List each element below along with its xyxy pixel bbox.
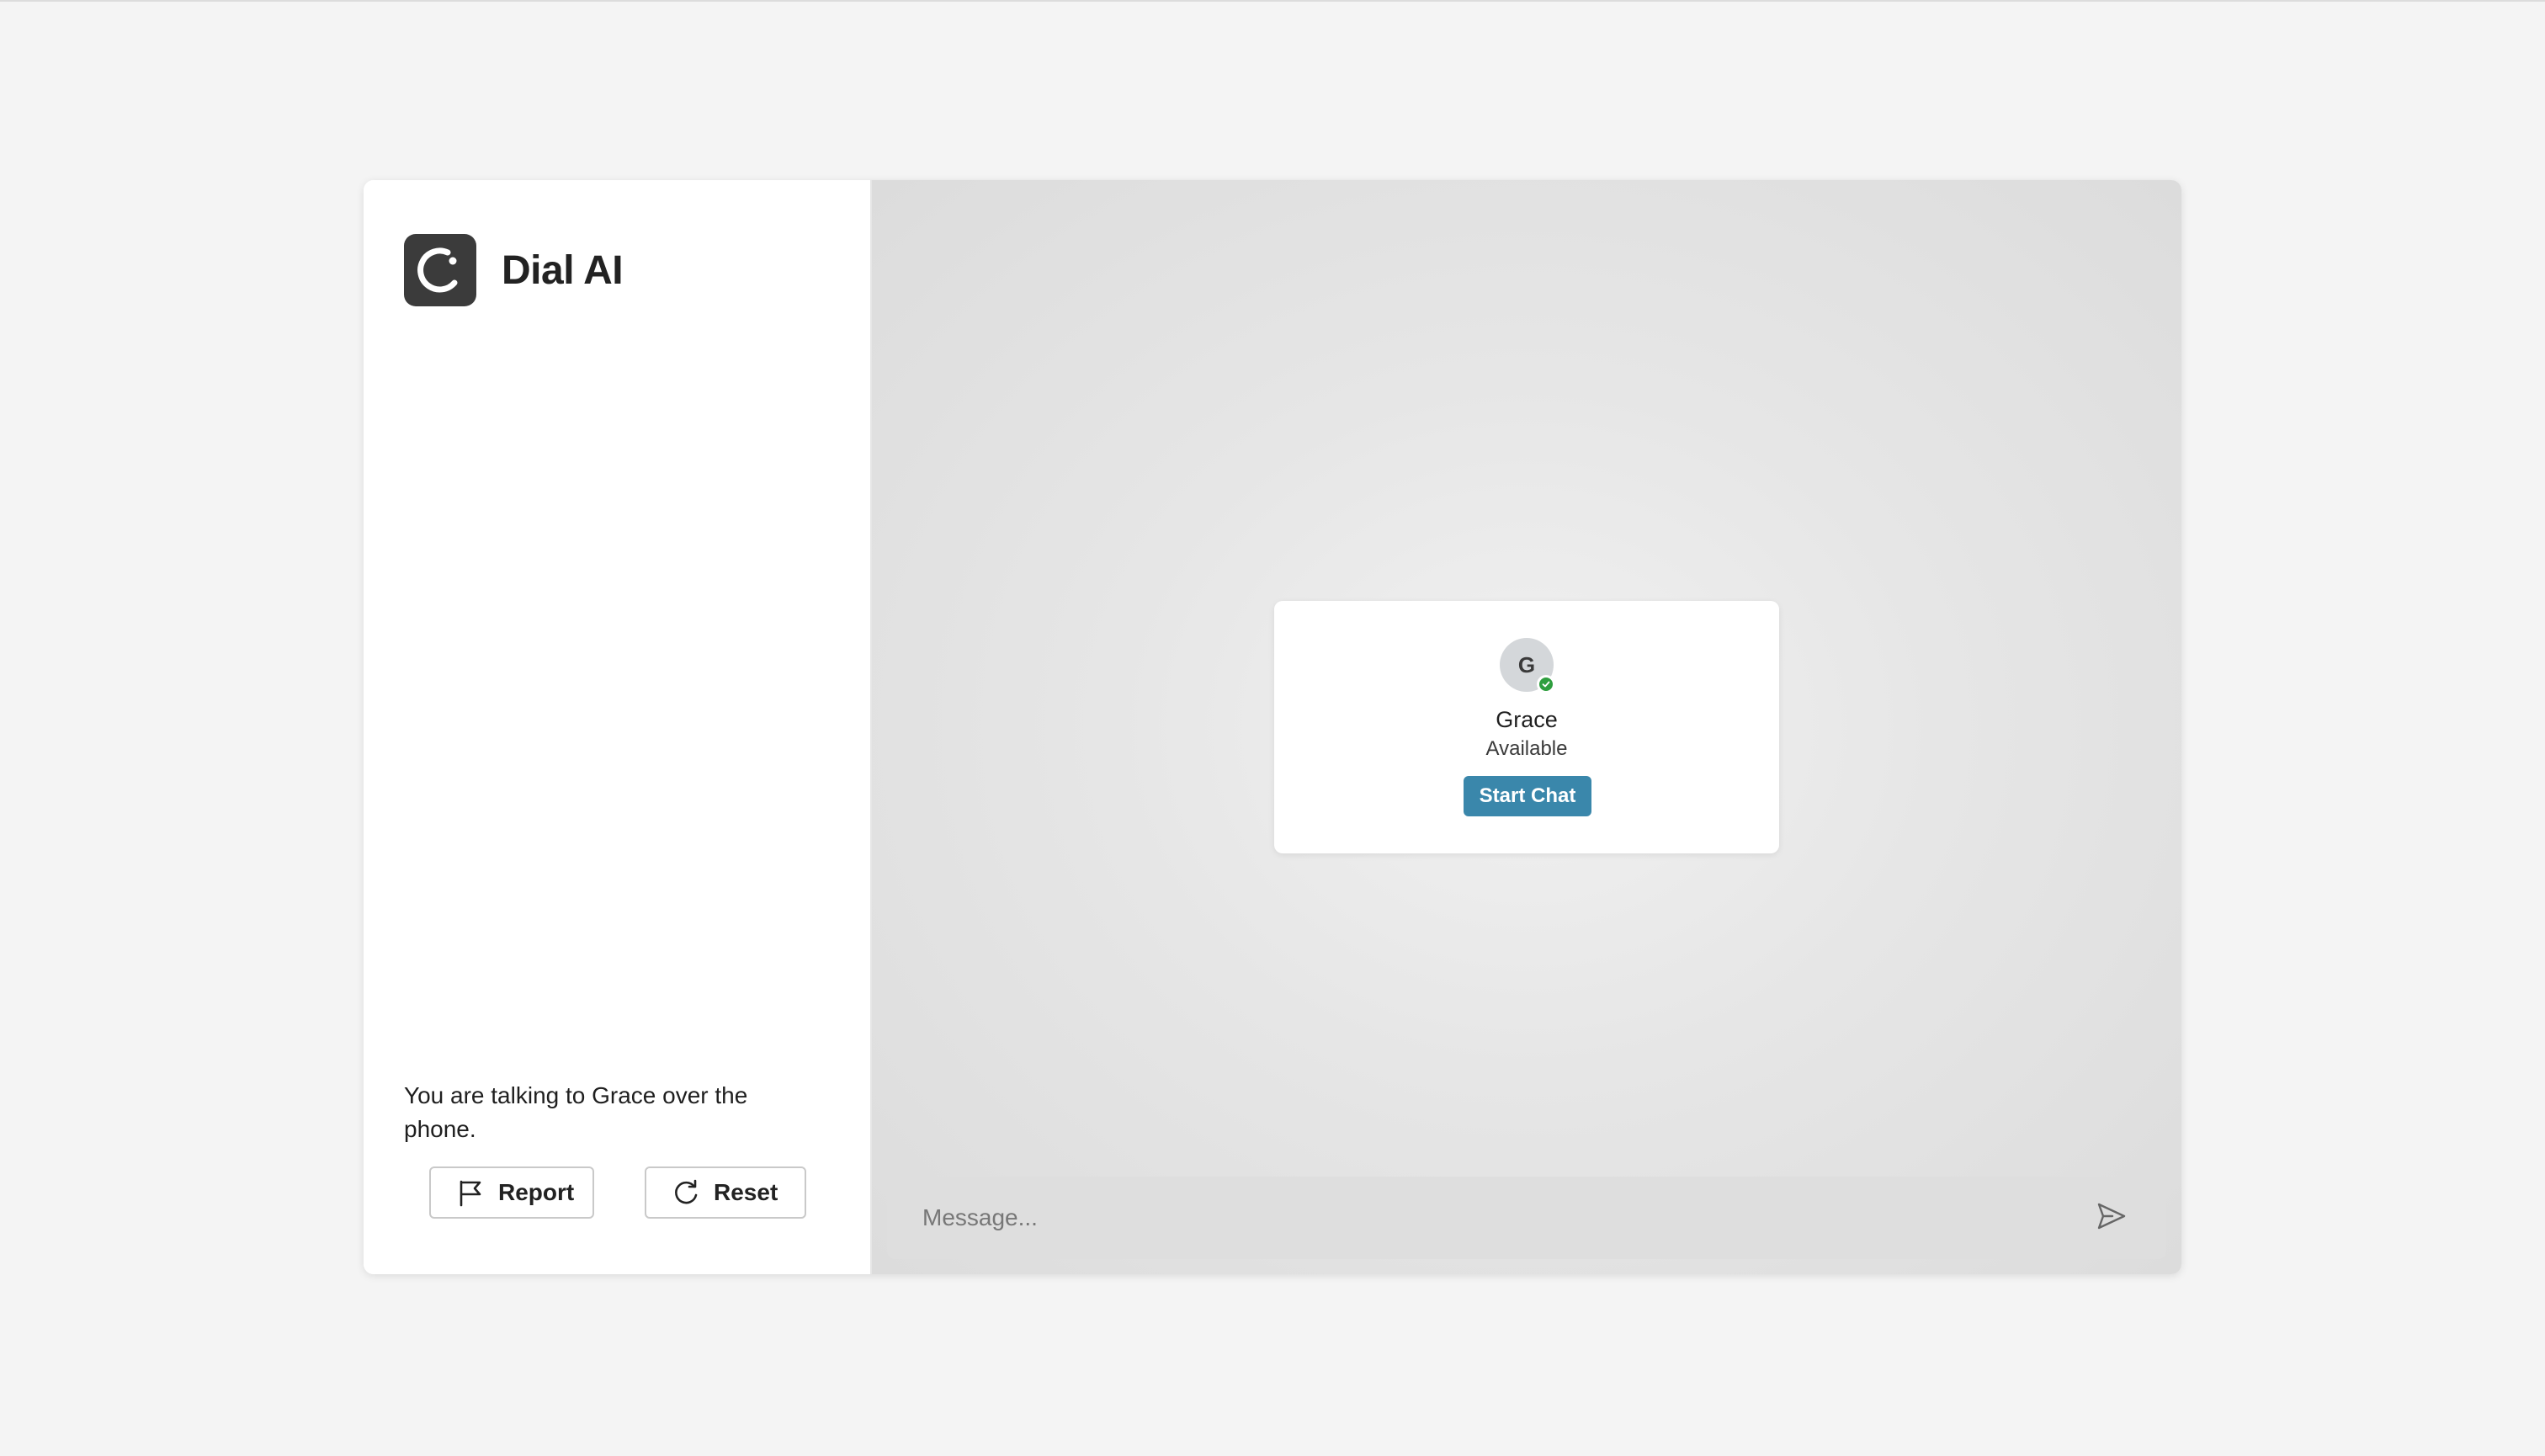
sidebar-actions: Report Reset xyxy=(429,1166,806,1219)
online-status-icon xyxy=(1537,675,1555,693)
reset-button-label: Reset xyxy=(714,1179,778,1205)
avatar: G xyxy=(1500,638,1555,693)
contact-card: G Grace Available Start Chat xyxy=(1274,601,1779,853)
brand: Dial AI xyxy=(404,234,624,306)
refresh-icon xyxy=(672,1178,700,1207)
report-button-label: Report xyxy=(498,1179,575,1205)
message-input[interactable] xyxy=(921,1204,2091,1232)
start-chat-button[interactable]: Start Chat xyxy=(1464,776,1591,816)
contact-name: Grace xyxy=(1496,707,1558,732)
sidebar: Dial AI You are talking to Grace over th… xyxy=(364,180,872,1274)
send-button[interactable] xyxy=(2091,1197,2133,1239)
app-window: Dial AI You are talking to Grace over th… xyxy=(364,180,2181,1274)
contact-status: Available xyxy=(1485,737,1568,760)
flag-icon xyxy=(456,1178,485,1207)
report-button[interactable]: Report xyxy=(429,1166,594,1219)
chat-area: G Grace Available Start Chat xyxy=(872,180,2181,1274)
brand-title: Dial AI xyxy=(502,247,624,293)
send-icon xyxy=(2096,1200,2128,1236)
call-status-text: You are talking to Grace over the phone. xyxy=(404,1082,748,1142)
top-border xyxy=(0,0,2545,2)
message-composer xyxy=(887,1177,2166,1259)
reset-button[interactable]: Reset xyxy=(645,1166,806,1219)
dial-ai-logo-icon xyxy=(404,234,476,306)
avatar-initial: G xyxy=(1517,651,1536,678)
